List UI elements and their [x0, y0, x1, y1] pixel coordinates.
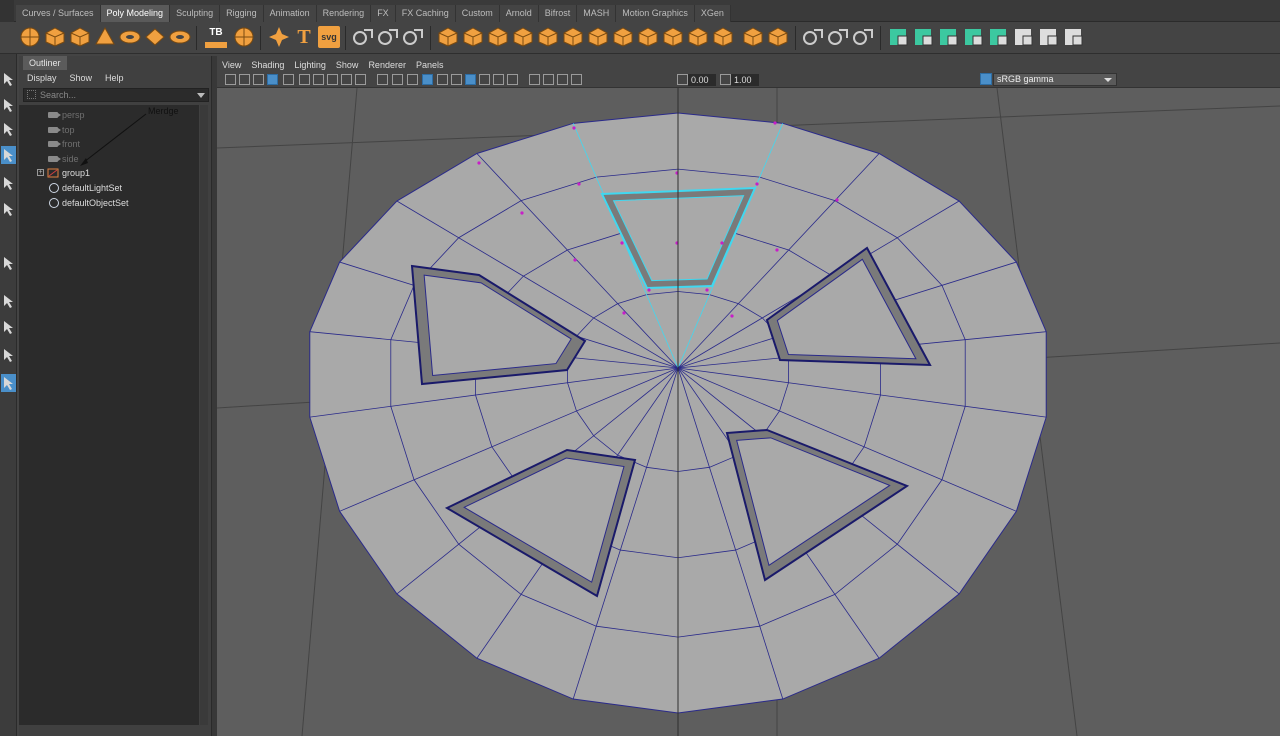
- annotation-arrow: [80, 113, 147, 166]
- maya-window: Curves / Surfaces Poly Modeling Sculpting R…: [0, 0, 1280, 736]
